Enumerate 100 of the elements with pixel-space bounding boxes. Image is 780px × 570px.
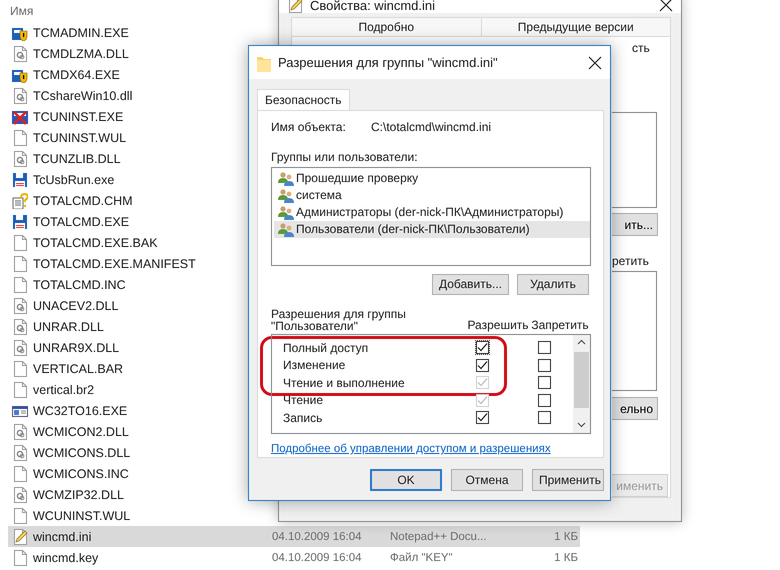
button[interactable]: ельно <box>612 397 658 420</box>
permission-name: Изменение <box>282 358 346 372</box>
button[interactable]: ить... <box>612 213 658 236</box>
gear-file-icon <box>12 150 28 166</box>
close-icon <box>588 56 602 70</box>
file-row[interactable]: wincmd.key 04.10.2009 16:04 Файл "KEY" 1 КБ <box>8 547 580 568</box>
checkbox[interactable] <box>536 375 552 390</box>
file-row[interactable]: TCMADMIN.EXE <box>8 22 133 43</box>
file-name[interactable]: vertical.br2 <box>33 382 94 396</box>
file-row[interactable]: TCUNINST.EXE <box>8 106 128 127</box>
list-item[interactable]: система <box>274 186 590 204</box>
file-row[interactable]: vertical.br2 <box>8 379 98 400</box>
file-name[interactable]: UNRAR.DLL <box>33 320 104 334</box>
checkbox[interactable] <box>474 410 490 426</box>
file-icon <box>12 256 28 272</box>
file-row[interactable]: wincmd.ini 04.10.2009 16:04 Notepad++ Docu... 1 КБ <box>8 526 580 547</box>
file-row[interactable]: TOTALCMD.INC <box>8 274 130 295</box>
file-name[interactable]: WCMICON2.DLL <box>33 424 129 438</box>
file-name[interactable]: TOTALCMD.INC <box>33 278 126 292</box>
users-icon <box>278 188 294 203</box>
column-header[interactable]: Имя <box>10 4 34 18</box>
file-row[interactable]: TCshareWin10.dll <box>8 85 136 106</box>
list-item[interactable]: Прошедшие проверку <box>274 170 590 187</box>
size-cell: 1 КБ <box>554 552 578 564</box>
permission-name: Запись <box>282 410 324 425</box>
file-name[interactable]: TCUNINST.EXE <box>33 110 124 124</box>
checkbox[interactable] <box>536 340 552 356</box>
button[interactable]: Отмена <box>451 469 523 491</box>
file-name[interactable]: UNRAR9X.DLL <box>33 340 120 354</box>
users-icon <box>278 204 294 220</box>
file-row[interactable]: VERTICAL.BAR <box>8 358 128 379</box>
date-cell: 04.10.2009 16:04 <box>272 552 362 564</box>
file-row[interactable]: WC32TO16.EXE <box>8 400 132 421</box>
file-name[interactable]: WCMICONS.INC <box>33 466 129 480</box>
file-row[interactable]: TOTALCMD.EXE.MANIFEST <box>8 253 200 274</box>
label: Группы или пользователи: <box>271 150 419 164</box>
checkbox[interactable] <box>474 358 490 373</box>
file-row[interactable]: WCMICONS.INC <box>8 463 133 484</box>
file-name[interactable]: TCMADMIN.EXE <box>33 26 129 40</box>
file-name[interactable]: TOTALCMD.CHM <box>33 194 133 208</box>
file-name[interactable]: wincmd.ini <box>33 530 92 544</box>
file-row[interactable]: TCUNINST.WUL <box>8 127 130 148</box>
size-cell: 1 КБ <box>554 530 578 542</box>
list-item[interactable]: Пользователи (der-nick-ПК\Пользователи) <box>274 220 590 238</box>
file-name[interactable]: TCUNINST.WUL <box>33 130 126 144</box>
button[interactable]: OK <box>370 469 442 491</box>
tab[interactable]: Подробно <box>291 17 482 37</box>
file-row[interactable]: TOTALCMD.EXE.BAK <box>8 232 162 253</box>
permission-name: Чтение <box>282 393 324 408</box>
file-row[interactable]: TOTALCMD.CHM <box>8 190 137 211</box>
file-row[interactable]: WCUNINST.WUL <box>8 505 134 526</box>
file-row[interactable]: TcUsbRun.exe <box>8 169 118 190</box>
help-link[interactable]: Подробнее об управлении доступом и разрешениях <box>271 443 591 455</box>
file-name[interactable]: WCMICONS.DLL <box>33 446 130 460</box>
checkbox[interactable] <box>474 340 490 356</box>
file-row[interactable]: WCMICON2.DLL <box>8 421 133 442</box>
file-row[interactable]: TCMDX64.EXE <box>8 64 124 85</box>
file-name[interactable]: TCUNZLIB.DLL <box>33 152 121 166</box>
list-item[interactable]: Администраторы (der-nick-ПК\Администраторы) <box>274 204 590 221</box>
window-title: Свойства: wincmd.ini <box>310 0 436 12</box>
file-name[interactable]: WCUNINST.WUL <box>33 508 130 522</box>
file-name[interactable]: TCMDX64.EXE <box>33 68 120 82</box>
checkbox[interactable] <box>536 358 552 373</box>
file-row[interactable]: UNRAR9X.DLL <box>8 337 124 358</box>
button[interactable]: Удалить <box>517 274 589 295</box>
file-name[interactable]: WCMZIP32.DLL <box>33 488 124 502</box>
tab[interactable]: Предыдущие версии <box>482 17 671 37</box>
file-name[interactable]: TCshareWin10.dll <box>33 88 132 102</box>
tab[interactable]: Безопасность <box>257 89 350 111</box>
window-title: Разрешения для группы "wincmd.ini" <box>278 55 499 70</box>
file-row[interactable]: UNACEV2.DLL <box>8 295 122 316</box>
file-name[interactable]: WC32TO16.EXE <box>33 404 128 418</box>
label: Разрешения для группы <box>271 308 407 320</box>
file-name[interactable]: wincmd.key <box>33 550 98 564</box>
button[interactable]: Применить <box>532 469 604 491</box>
button[interactable]: Добавить... <box>432 274 509 295</box>
label: сть <box>632 41 650 55</box>
file-name[interactable]: TcUsbRun.exe <box>33 172 114 186</box>
column-header: Разрешить <box>467 318 529 332</box>
file-name[interactable]: VERTICAL.BAR <box>33 362 124 376</box>
file-row[interactable]: TOTALCMD.EXE <box>8 211 134 232</box>
file-row[interactable]: WCMZIP32.DLL <box>8 484 128 505</box>
gear-file-icon <box>12 444 28 460</box>
file-row[interactable]: TCUNZLIB.DLL <box>8 148 125 169</box>
close-icon <box>659 0 673 12</box>
permission-name: Чтение и выполнение <box>282 376 406 390</box>
file-name[interactable]: UNACEV2.DLL <box>33 298 118 312</box>
file-name[interactable]: TOTALCMD.EXE <box>33 214 130 228</box>
file-row[interactable]: UNRAR.DLL <box>8 316 108 337</box>
checkbox[interactable] <box>536 410 552 426</box>
gear-file-icon <box>12 340 28 356</box>
file-name[interactable]: TCMDLZMA.DLL <box>33 46 129 60</box>
file-row[interactable]: WCMICONS.DLL <box>8 442 134 463</box>
file-row[interactable]: TCMDLZMA.DLL <box>8 43 133 64</box>
permission-name: Полный доступ <box>282 340 370 355</box>
gear-file-icon <box>12 88 28 104</box>
checkbox[interactable] <box>536 392 552 408</box>
gear-file-icon <box>12 424 28 440</box>
file-name[interactable]: TOTALCMD.EXE.BAK <box>33 236 158 250</box>
file-name[interactable]: TOTALCMD.EXE.MANIFEST <box>33 256 196 270</box>
